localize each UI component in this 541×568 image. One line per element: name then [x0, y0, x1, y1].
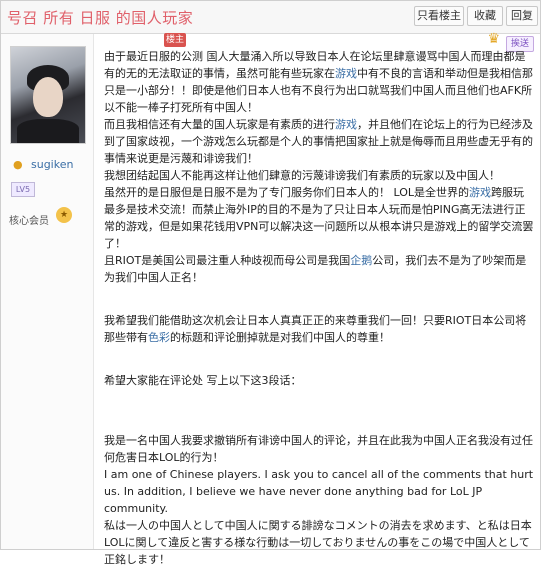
op-corner-tag: 楼主 — [164, 33, 186, 47]
avatar-face — [33, 77, 63, 117]
paragraph-4: 虽然开的是日服但是日服不是为了专门服务你们日本人的！ LOL是全世界的游戏跨服玩… — [104, 184, 534, 252]
user-icon: ● — [13, 158, 23, 171]
thread-title: 号召 所有 日服 的国人玩家 — [7, 9, 194, 27]
penguin-link[interactable]: 企鹅 — [350, 254, 372, 267]
paragraph-6: 我希望我们能借助这次机会让日本人真真正正的来尊重我们一回！只要RIOT日本公司将… — [104, 312, 534, 346]
paragraph-7: 希望大家能在评论处 写上以下这3段话： — [104, 374, 302, 387]
forum-post-page: 号召 所有 日服 的国人玩家 只看楼主 收藏 回复 ● sugiken LV5 … — [0, 0, 541, 566]
thread-header: 号召 所有 日服 的国人玩家 只看楼主 收藏 回复 — [1, 1, 540, 34]
game-link[interactable]: 游戏 — [335, 67, 357, 80]
avatar-shirt — [17, 119, 79, 143]
paragraph-3: 我想团结起国人不能再这样让他们肆意的污蔑诽谤我们有素质的玩家以及中国人！ — [104, 169, 500, 182]
username[interactable]: sugiken — [31, 158, 73, 171]
reply-button[interactable]: 回复 — [506, 6, 538, 26]
text: 的标题和评论删掉就是对我们中国人的尊重！ — [170, 331, 390, 344]
paragraph-1: 由于最近日服的公测 国人大量涌入所以导致日本人在论坛里肆意谩骂中国人而理由都是有… — [104, 48, 534, 116]
only-op-button[interactable]: 只看楼主 — [414, 6, 464, 26]
paragraph-2: 而且我相信还有大量的国人玩家是有素质的进行游戏，并且他们在论坛上的行为已经涉及到… — [104, 116, 534, 167]
paragraph-8: 我是一名中国人我要求撤销所有诽谤中国人的评论，并且在此我为中国人正名我没有过任何… — [104, 434, 533, 464]
favorite-button[interactable]: 收藏 — [467, 6, 503, 26]
level-badge: LV5 — [11, 182, 35, 197]
color-link[interactable]: 色彩 — [148, 331, 170, 344]
paragraph-9: I am one of Chinese players. I ask you t… — [104, 468, 534, 515]
text: 且RIOT是美国公司最注重人种歧视而母公司是我国 — [104, 254, 351, 267]
paragraph-10: 私は一人の中国人として中国人に関する誹謗なコメントの消去を求めます、と私は日本L… — [104, 519, 532, 566]
paragraph-5: 且RIOT是美国公司最注重人种歧视而母公司是我国企鹅公司，我们去不是为了吵架而是… — [104, 252, 534, 286]
member-label: 核心会员 — [9, 216, 49, 227]
text: 虽然开的是日服但是日服不是为了专门服务你们日本人的！ LOL是全世界的 — [104, 186, 470, 199]
text: 而且我相信还有大量的国人玩家是有素质的进行 — [104, 118, 335, 131]
post-content: 由于最近日服的公测 国人大量涌入所以导致日本人在论坛里肆意谩骂中国人而理由都是有… — [104, 48, 534, 568]
game-link[interactable]: 游戏 — [469, 186, 491, 199]
member-medal-icon: ★ — [56, 207, 72, 223]
crown-icon: ♛ — [487, 31, 500, 47]
post-body: 楼主 ♛ 挨送 由于最近日服的公测 国人大量涌入所以导致日本人在论坛里肆意谩骂中… — [94, 31, 540, 566]
avatar[interactable] — [10, 46, 86, 144]
game-link[interactable]: 游戏 — [335, 118, 357, 131]
author-panel: ● sugiken LV5 核心会员 ★ — [1, 34, 94, 549]
